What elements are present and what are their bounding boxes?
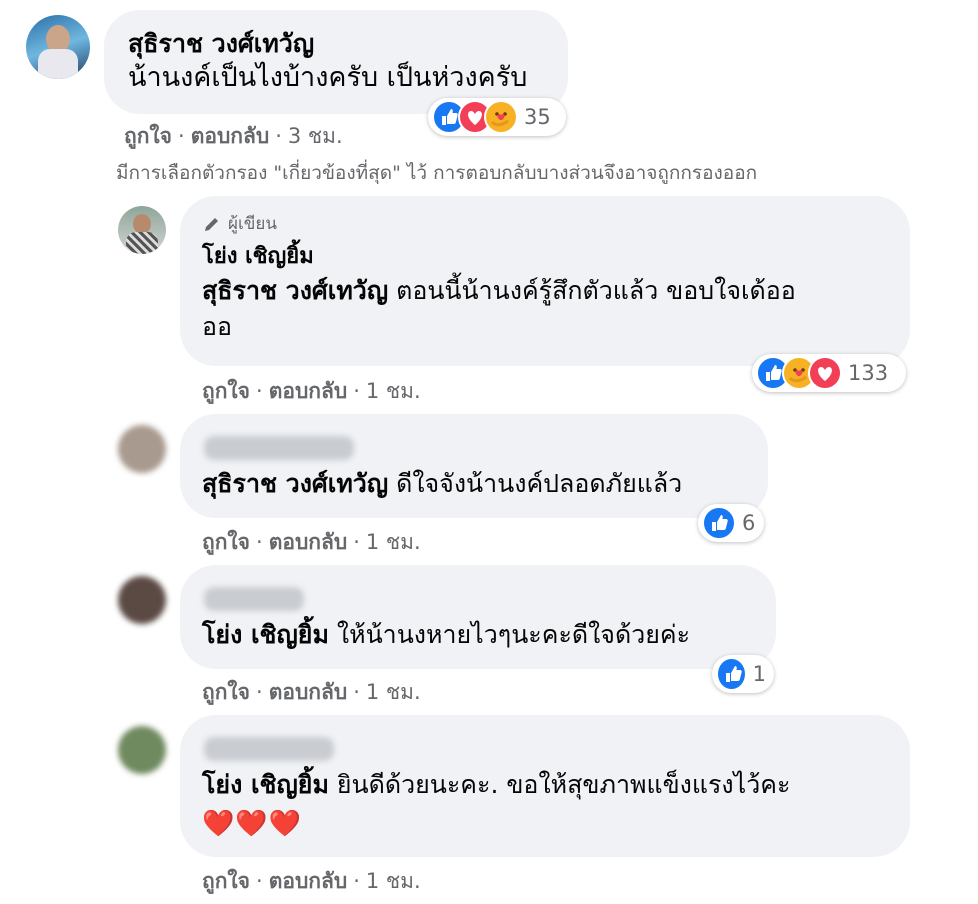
reply-actions: ถูกใจ · ตอบกลับ · 1 ชม.: [202, 680, 421, 704]
reply-text: ตอนนี้น้านงค์รู้สึกตัวแล้ว ขอบใจเด้ออ: [388, 276, 796, 305]
like-icon: [702, 506, 736, 540]
filter-note: มีการเลือกตัวกรอง "เกี่ยวข้องที่สุด" ไว้…: [116, 162, 758, 184]
author-badge-label: ผู้เขียน: [228, 214, 277, 234]
reaction-count: 35: [524, 105, 551, 129]
heart-emojis: ❤️❤️❤️: [202, 809, 303, 839]
reaction-summary[interactable]: 35: [428, 98, 566, 136]
like-link[interactable]: ถูกใจ: [202, 869, 250, 893]
reply-bubble: สุธิราช วงศ์เทวัญ ดีใจจังน้านงค์ปลอดภัยแ…: [180, 414, 768, 518]
blurred-author-name[interactable]: [204, 436, 354, 460]
reply-actions: ถูกใจ · ตอบกลับ · 1 ชม.: [202, 379, 421, 403]
blurred-author-name[interactable]: [204, 587, 304, 611]
timestamp[interactable]: 3 ชม.: [288, 124, 343, 148]
reply-actions: ถูกใจ · ตอบกลับ · 1 ชม.: [202, 530, 421, 554]
reaction-count: 1: [752, 662, 766, 686]
mention-link[interactable]: โย่ง เชิญยิ้ม: [202, 620, 329, 649]
avatar[interactable]: [26, 15, 90, 79]
timestamp[interactable]: 1 ชม.: [366, 379, 421, 403]
pencil-icon: [205, 217, 218, 231]
blurred-author-name[interactable]: [204, 737, 334, 761]
reply-link[interactable]: ตอบกลับ: [269, 869, 348, 893]
reply-text: ดีใจจังน้านงค์ปลอดภัยแล้ว: [388, 469, 683, 498]
reply-link[interactable]: ตอบกลับ: [269, 379, 348, 403]
like-link[interactable]: ถูกใจ: [202, 379, 250, 403]
reply-actions: ถูกใจ · ตอบกลับ · 1 ชม.: [202, 869, 421, 893]
avatar[interactable]: [118, 726, 166, 774]
timestamp[interactable]: 1 ชม.: [366, 680, 421, 704]
reply-link[interactable]: ตอบกลับ: [269, 530, 348, 554]
reply-link[interactable]: ตอบกลับ: [191, 124, 270, 148]
reply-link[interactable]: ตอบกลับ: [269, 680, 348, 704]
reaction-summary[interactable]: 133: [752, 354, 906, 392]
like-icon: [716, 657, 747, 691]
timestamp[interactable]: 1 ชม.: [366, 530, 421, 554]
timestamp[interactable]: 1 ชม.: [366, 869, 421, 893]
mention-link[interactable]: สุธิราช วงศ์เทวัญ: [202, 469, 388, 498]
avatar[interactable]: [118, 206, 166, 254]
like-link[interactable]: ถูกใจ: [124, 124, 172, 148]
avatar[interactable]: [118, 425, 166, 473]
comment-text: น้านงค์เป็นไงบ้างครับ เป็นห่วงครับ: [128, 62, 528, 93]
love-icon: [808, 356, 842, 390]
mention-link[interactable]: สุธิราช วงศ์เทวัญ: [202, 276, 388, 305]
like-link[interactable]: ถูกใจ: [202, 680, 250, 704]
reply-text: ให้น้านงหายไวๆนะคะดีใจด้วยค่ะ: [328, 620, 691, 649]
reply-text-continued: ออ: [202, 312, 233, 341]
reply-bubble: ผู้เขียน โย่ง เชิญยิ้ม สุธิราช วงศ์เทวัญ…: [180, 196, 910, 366]
reaction-summary[interactable]: 6: [698, 504, 764, 542]
comment-actions: ถูกใจ · ตอบกลับ · 3 ชม.: [124, 124, 343, 148]
reply-bubble: โย่ง เชิญยิ้ม ยินดีด้วยนะคะ. ขอให้สุขภาพ…: [180, 715, 910, 857]
reply-author[interactable]: โย่ง เชิญยิ้ม: [202, 241, 888, 273]
like-link[interactable]: ถูกใจ: [202, 530, 250, 554]
reaction-count: 6: [742, 511, 756, 535]
avatar[interactable]: [118, 576, 166, 624]
reply-text: ยินดีด้วยนะคะ. ขอให้สุขภาพแข็งแรงไว้คะ: [328, 770, 791, 799]
mention-link[interactable]: โย่ง เชิญยิ้ม: [202, 770, 329, 799]
author-badge: ผู้เขียน: [202, 210, 888, 237]
reaction-count: 133: [848, 361, 889, 385]
reply-bubble: โย่ง เชิญยิ้ม ให้น้านงหายไวๆนะคะดีใจด้วย…: [180, 565, 776, 669]
care-icon: [484, 100, 518, 134]
comment-author[interactable]: สุธิราช วงศ์เทวัญ: [128, 28, 544, 60]
reaction-summary[interactable]: 1: [712, 655, 774, 693]
